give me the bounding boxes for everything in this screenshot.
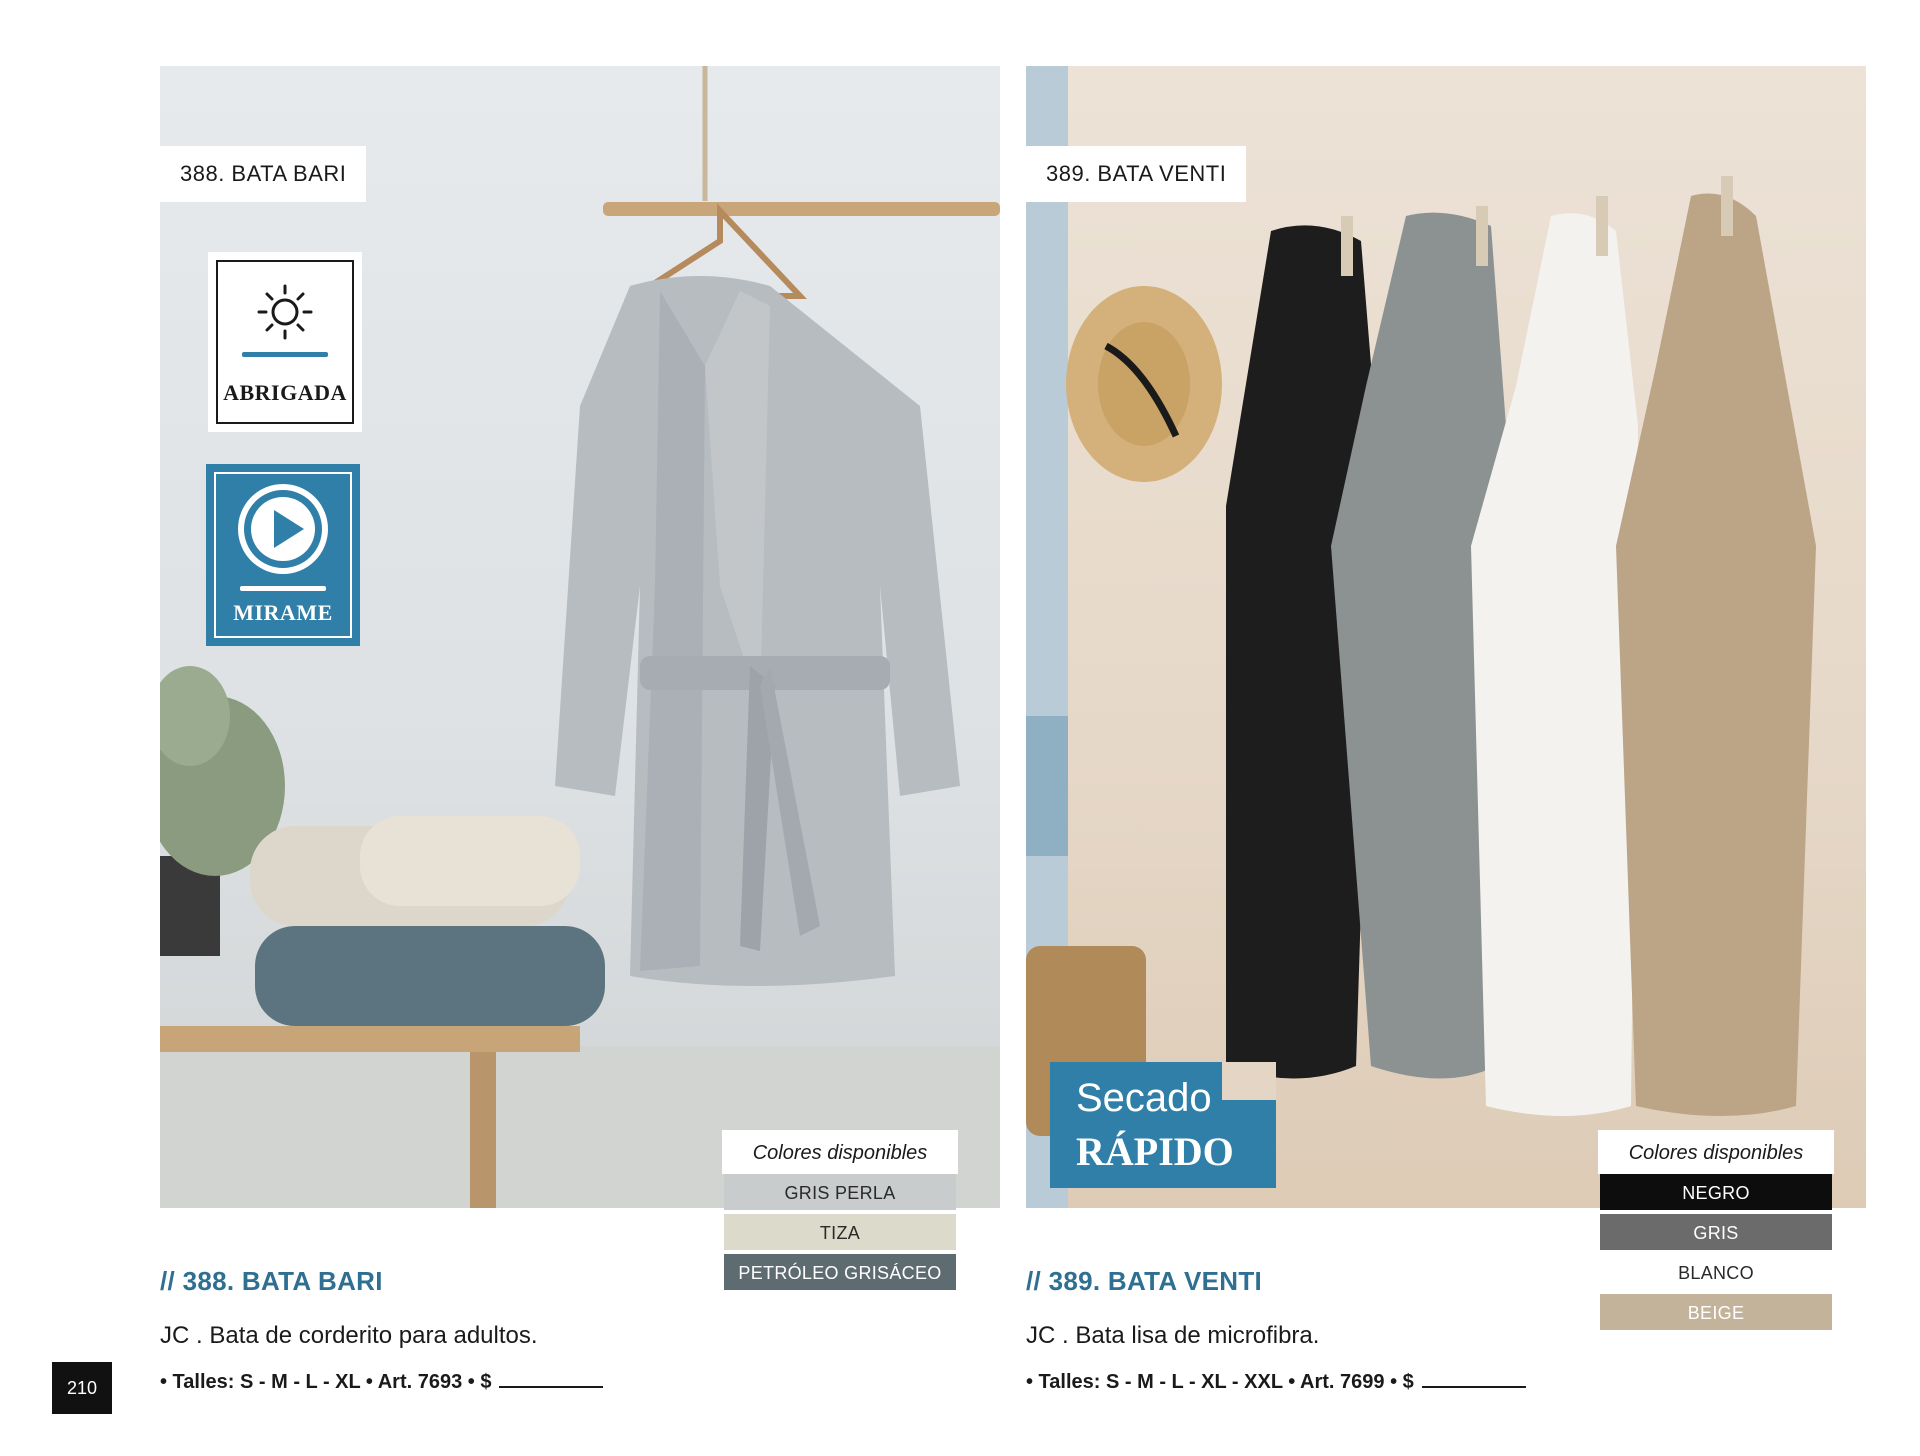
video-badge[interactable]: MIRAME (206, 464, 360, 646)
color-list-bari: GRIS PERLA TIZA PETRÓLEO GRISÁCEO (722, 1174, 958, 1294)
warm-badge: ABRIGADA (208, 252, 362, 432)
video-badge-label: MIRAME (233, 600, 333, 625)
colors-heading: Colores disponibles (1628, 1142, 1804, 1164)
sun-icon (257, 284, 313, 340)
product-title-bari: // 388. BATA BARI (160, 1266, 383, 1296)
video-badge-bar (240, 586, 326, 591)
color-swatch-negro: NEGRO (1600, 1174, 1832, 1210)
color-swatch-gris-perla: GRIS PERLA (724, 1174, 956, 1210)
product-photo-venti: 389. BATA VENTI Secado RÁPIDO Colores di… (1026, 66, 1866, 1208)
quick-dry-notch (1222, 1062, 1276, 1100)
price-blank-line (499, 1368, 604, 1388)
play-icon[interactable] (236, 482, 330, 576)
product-description-bari: JC . Bata de corderito para adultos. (160, 1322, 538, 1349)
product-tag: 389. BATA VENTI (1026, 146, 1247, 202)
product-details-venti: • Talles: S - M - L - XL - XXL • Art. 76… (1026, 1368, 1526, 1394)
price-blank-line (1421, 1368, 1526, 1388)
colors-panel-venti: Colores disponibles (1598, 1130, 1834, 1174)
product-photo-bari: 388. BATA BARI ABRIGADA MIRAME Colores d… (160, 66, 1000, 1208)
quick-dry-line2: RÁPIDO (1076, 1129, 1234, 1174)
warm-badge-bar (242, 352, 328, 357)
product-title-venti: // 389. BATA VENTI (1026, 1266, 1263, 1296)
color-swatch-gris: GRIS (1600, 1214, 1832, 1250)
color-swatch-blanco: BLANCO (1600, 1254, 1832, 1290)
colors-panel-bari: Colores disponibles (722, 1130, 958, 1174)
colors-heading: Colores disponibles (752, 1142, 928, 1164)
quick-dry-line1: Secado (1076, 1076, 1212, 1120)
warm-badge-label: ABRIGADA (223, 380, 347, 405)
product-details-text: • Talles: S - M - L - XL - XXL • Art. 76… (1026, 1371, 1414, 1393)
product-details-text: • Talles: S - M - L - XL • Art. 7693 • $ (160, 1371, 492, 1393)
color-swatch-beige: BEIGE (1600, 1294, 1832, 1330)
product-tag: 388. BATA BARI (160, 146, 367, 202)
color-swatch-tiza: TIZA (724, 1214, 956, 1250)
product-details-bari: • Talles: S - M - L - XL • Art. 7693 • $ (160, 1368, 604, 1394)
color-swatch-petroleo: PETRÓLEO GRISÁCEO (724, 1254, 956, 1290)
product-description-venti: JC . Bata lisa de microfibra. (1026, 1322, 1320, 1349)
color-list-venti: NEGRO GRIS BLANCO BEIGE (1598, 1174, 1834, 1334)
bathrobes-illustration (1026, 66, 1816, 1208)
page-number: 210 (52, 1362, 112, 1414)
